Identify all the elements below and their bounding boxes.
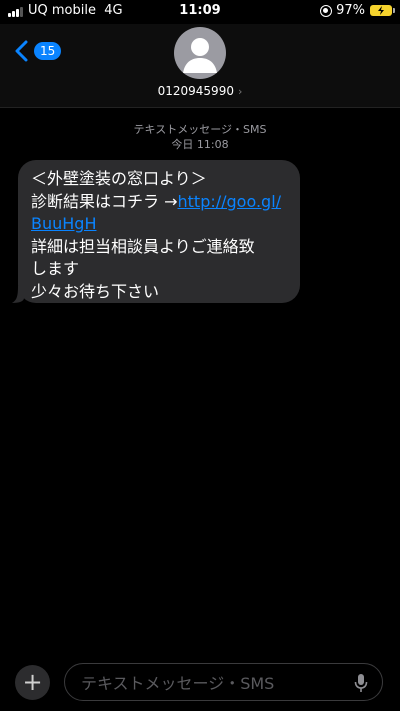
- battery-icon: [370, 5, 395, 16]
- status-right: 97%: [320, 3, 395, 18]
- message-input-container[interactable]: [64, 663, 383, 701]
- back-chevron-icon: [15, 40, 28, 62]
- contact-name[interactable]: 0120945990 ›: [0, 84, 400, 98]
- plus-button[interactable]: +: [15, 665, 50, 700]
- plus-icon: +: [22, 668, 43, 696]
- thread-meta: テキストメッセージ・SMS 今日 11:08: [0, 122, 400, 152]
- conversation-header: 15 0120945990 ›: [0, 24, 400, 108]
- mic-icon[interactable]: [354, 673, 368, 693]
- message-link-continued[interactable]: BuuHgH: [31, 214, 96, 233]
- message-line: 診断結果はコチラ →http://goo.gl/: [31, 191, 282, 211]
- message-line: ＜外壁塗装の窓口より＞: [31, 169, 207, 188]
- message-bubble[interactable]: ＜外壁塗装の窓口より＞ 診断結果はコチラ →http://goo.gl/ Buu…: [18, 160, 300, 303]
- lock-rotation-icon: [320, 4, 333, 17]
- battery-percent: 97%: [336, 3, 365, 18]
- avatar-icon[interactable]: [174, 27, 226, 79]
- message-line: BuuHgH: [31, 213, 290, 236]
- message-line: 少々お待ち下さい: [31, 281, 160, 301]
- unread-badge: 15: [34, 42, 62, 60]
- back-button[interactable]: 15: [14, 40, 62, 62]
- status-bar: UQ mobile 4G 11:09 97%: [0, 0, 400, 24]
- chevron-right-icon: ›: [237, 85, 243, 98]
- message-input[interactable]: [79, 672, 343, 694]
- message-link[interactable]: http://goo.gl/: [178, 192, 282, 211]
- service-label: テキストメッセージ・SMS: [133, 123, 267, 136]
- message-line: します: [31, 259, 80, 278]
- timestamp: 今日 11:08: [171, 138, 229, 151]
- message-line: 詳細は担当相談員よりご連絡致: [31, 236, 255, 256]
